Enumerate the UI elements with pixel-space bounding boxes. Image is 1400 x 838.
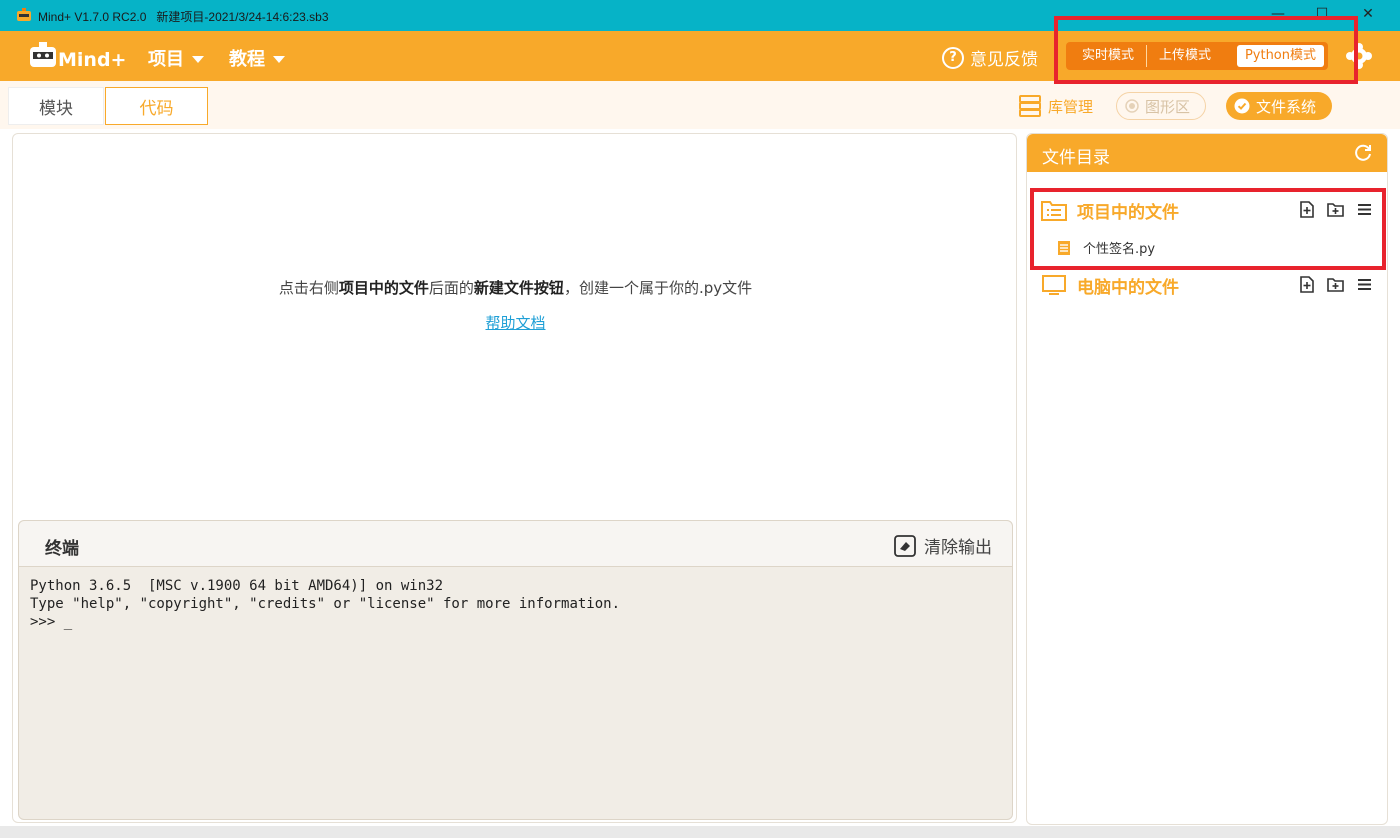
terminal-header: 终端 清除输出 [19,521,1012,567]
computer-files-actions [1298,276,1373,293]
help-circle-icon: ? [942,46,964,69]
project-files-group[interactable]: 项目中的文件 [1041,195,1179,225]
minimize-button[interactable]: — [1268,4,1288,24]
mode-switcher: 实时模式 上传模式 Python模式 [1066,42,1328,70]
new-file-icon[interactable] [1298,201,1315,218]
terminal[interactable]: 终端 清除输出 Python 3.6.5 [MSC v.1900 64 bit … [18,520,1013,820]
file-directory-panel: 文件目录 项目中的文件 个性签名.py 电脑中的文件 [1026,133,1388,825]
tab-blocks[interactable]: 模块 [8,87,104,125]
hint-suffix: ，创建一个属于你的.py文件 [563,279,753,297]
project-files-actions [1298,201,1373,218]
svg-text:Mind+: Mind+ [58,49,126,71]
monitor-icon [1042,275,1066,295]
terminal-title: 终端 [45,539,79,559]
menu-project-label: 项目 [148,49,184,70]
feedback-label: 意见反馈 [970,50,1038,70]
project-files-label: 项目中的文件 [1077,202,1179,223]
title-bar: Mind+ V1.7.0 RC2.0 新建项目-2021/3/24-14:6:2… [0,0,1400,31]
menu-icon[interactable] [1356,201,1373,218]
computer-files-label: 电脑中的文件 [1077,277,1179,298]
file-directory-title: 文件目录 [1042,148,1110,168]
tabs-row: 模块 代码 库管理 图形区 文件系统 [0,81,1400,129]
mode-python[interactable]: Python模式 [1236,45,1324,67]
file-item[interactable]: 个性签名.py [1057,238,1155,257]
file-name: 个性签名.py [1083,242,1156,257]
graphics-label: 图形区 [1145,97,1191,116]
terminal-line: Type "help", "copyright", "credits" or "… [30,596,621,612]
feedback-button[interactable]: ? 意见反馈 [942,45,1038,70]
help-docs-link[interactable]: 帮助文档 [13,312,1018,333]
hint-mid: 后面的 [428,279,474,297]
mindplus-logo: Mind+ [30,42,126,71]
close-button[interactable]: ✕ [1358,4,1378,24]
refresh-icon[interactable] [1353,143,1373,163]
caret-down-icon [192,55,204,63]
eraser-icon [894,534,916,557]
file-directory-header: 文件目录 [1027,134,1387,172]
maximize-button[interactable]: ☐ [1312,4,1332,24]
mode-realtime[interactable]: 实时模式 [1070,45,1148,67]
editor-hint: 点击右侧项目中的文件后面的新建文件按钮，创建一个属于你的.py文件 [13,277,1018,298]
menu-project[interactable]: 项目 [148,45,204,71]
caret-down-icon [273,55,285,63]
terminal-prompt: >>> _ [30,614,73,630]
menu-tutorial[interactable]: 教程 [229,45,285,71]
app-name: Mind+ V1.7.0 RC2.0 [38,10,147,24]
menu-tutorial-label: 教程 [229,49,265,70]
settings-gear-icon[interactable] [1345,42,1373,70]
mode-upload[interactable]: 上传模式 [1147,45,1223,67]
library-button[interactable]: 库管理 [1018,92,1093,120]
terminal-line: Python 3.6.5 [MSC v.1900 64 bit AMD64)] … [30,578,444,594]
app-toolbar: Mind+ 项目 教程 ? 意见反馈 实时模式 上传模式 Python模式 [0,31,1400,81]
hint-prefix: 点击右侧 [278,279,339,297]
new-folder-icon[interactable] [1327,276,1344,293]
folder-list-icon [1041,201,1067,221]
radio-icon [1125,99,1139,113]
menu-icon[interactable] [1356,276,1373,293]
clear-output-label: 清除输出 [924,538,992,558]
check-circle-icon [1234,98,1250,114]
filesystem-button[interactable]: 文件系统 [1226,92,1332,120]
tab-code[interactable]: 代码 [105,87,208,125]
terminal-output: Python 3.6.5 [MSC v.1900 64 bit AMD64)] … [30,577,620,631]
hint-new-file-button: 新建文件按钮 [473,279,564,297]
clear-output-button[interactable]: 清除输出 [894,533,992,558]
app-icon [17,8,31,21]
hint-project-files: 项目中的文件 [338,279,429,297]
window-title: Mind+ V1.7.0 RC2.0 新建项目-2021/3/24-14:6:2… [38,8,329,25]
new-folder-icon[interactable] [1327,201,1344,218]
new-file-icon[interactable] [1298,276,1315,293]
server-icon [1019,95,1041,117]
graphics-button[interactable]: 图形区 [1116,92,1206,120]
file-title: 新建项目-2021/3/24-14:6:23.sb3 [156,10,329,24]
file-doc-icon [1058,240,1070,255]
computer-files-group[interactable]: 电脑中的文件 [1041,270,1179,300]
window-bottom-edge [0,826,1400,838]
library-label: 库管理 [1048,97,1094,116]
filesystem-label: 文件系统 [1256,97,1317,116]
